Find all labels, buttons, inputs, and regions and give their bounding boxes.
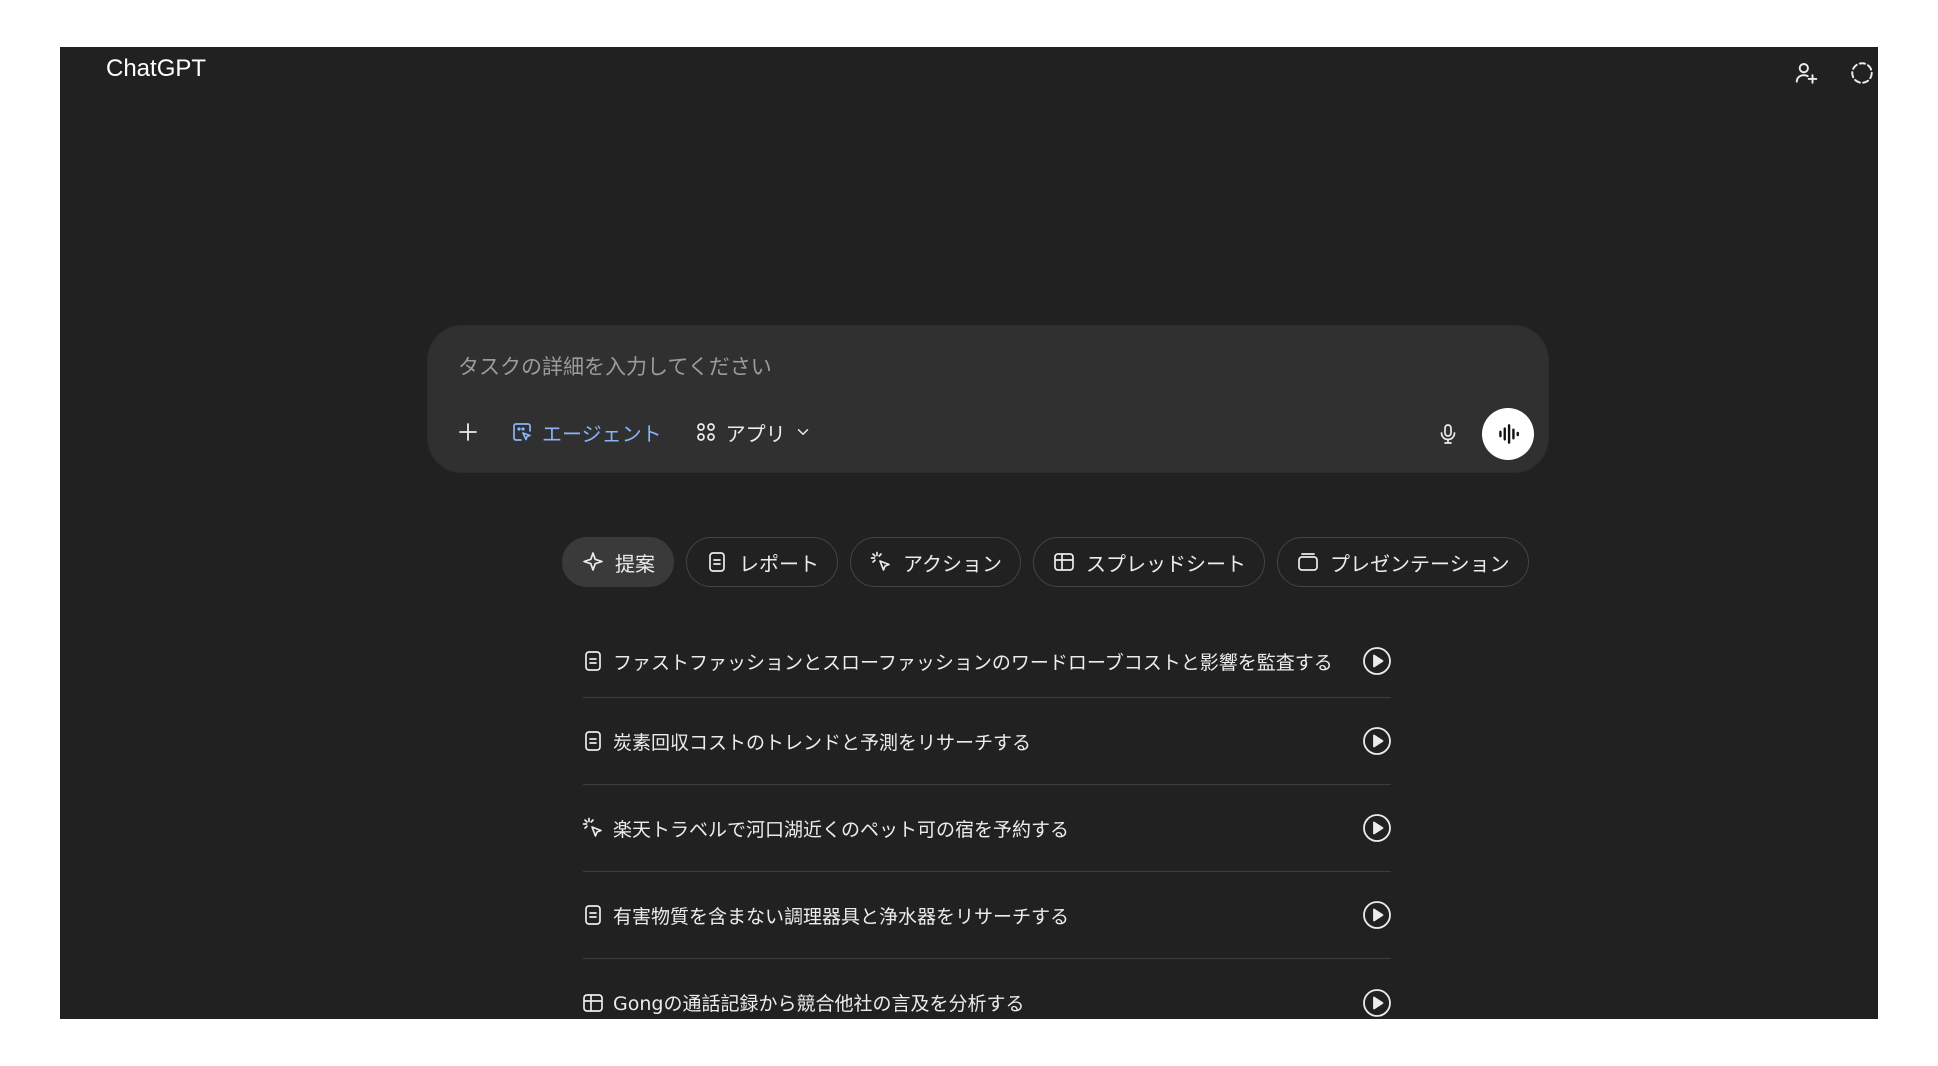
document-icon <box>585 651 601 671</box>
agent-label: エージェント <box>542 421 662 446</box>
chevron-down-icon <box>797 429 808 435</box>
chip-label: スプレッドシート <box>1086 551 1246 576</box>
composer: エージェント アプリ <box>428 326 1548 472</box>
document-icon <box>585 905 601 925</box>
chip-spreadsheet[interactable]: スプレッドシート <box>1033 537 1265 587</box>
task-input[interactable] <box>456 346 1460 388</box>
chip-label: アクション <box>903 551 1002 576</box>
apps-label: アプリ <box>725 421 786 446</box>
chip-label: 提案 <box>615 551 655 576</box>
suggestion-item[interactable]: 有害物質を含まない調理器具と浄水器をリサーチする <box>583 872 1391 959</box>
voice-mode-button[interactable] <box>1482 408 1534 460</box>
suggestion-text: ファストファッションとスローファッションのワードローブコストと影響を監査する <box>613 651 1333 674</box>
chip-label: プレゼンテーション <box>1330 551 1510 576</box>
suggestion-item[interactable]: ファストファッションとスローファッションのワードローブコストと影響を監査する <box>583 625 1391 698</box>
add-button[interactable] <box>448 412 488 452</box>
suggestion-item[interactable]: 炭素回収コストのトレンドと予測をリサーチする <box>583 698 1391 785</box>
app-window: ChatGPT タスクの詳細を入力してください エージェント アプリ 提案 レポ… <box>60 47 1878 1019</box>
play-icon[interactable] <box>1361 987 1393 1019</box>
category-chips: 提案 レポート アクション スプレッドシート プレゼンテーション <box>562 537 1541 587</box>
sparkle-icon <box>583 552 603 571</box>
dashed-circle-icon[interactable] <box>1844 55 1878 91</box>
chip-report[interactable]: レポート <box>686 537 838 587</box>
suggestion-text: 炭素回収コストのトレンドと予測をリサーチする <box>613 731 1032 754</box>
click-icon <box>870 551 890 571</box>
mic-button[interactable] <box>1428 414 1468 454</box>
slides-icon <box>1298 553 1318 571</box>
microphone-icon <box>1440 424 1456 444</box>
table-icon <box>1054 553 1074 571</box>
suggestion-text: 楽天トラベルで河口湖近くのペット可の宿を予約する <box>613 818 1070 841</box>
chip-label: レポート <box>739 551 819 576</box>
agent-button[interactable]: エージェント <box>502 412 670 452</box>
play-icon[interactable] <box>1361 812 1393 844</box>
apps-button[interactable]: アプリ <box>686 412 820 452</box>
suggestion-list: ファストファッションとスローファッションのワードローブコストと影響を監査する 炭… <box>582 625 1393 1019</box>
add-person-icon[interactable] <box>1788 55 1824 91</box>
suggestion-text: Gongの通話記録から競合他社の言及を分析する <box>613 993 1025 1015</box>
apps-grid-icon <box>696 423 715 441</box>
voice-wave-icon <box>1499 424 1519 444</box>
suggestion-item[interactable]: 楽天トラベルで河口湖近くのペット可の宿を予約する <box>582 785 1393 872</box>
app-title: ChatGPT <box>106 55 207 82</box>
chip-suggestions[interactable]: 提案 <box>562 537 674 587</box>
click-icon <box>582 817 602 837</box>
suggestion-item[interactable]: Gongの通話記録から競合他社の言及を分析する <box>583 959 1391 1019</box>
composer-tools: エージェント アプリ <box>448 408 820 456</box>
document-icon <box>709 552 725 572</box>
plus-icon <box>459 423 477 441</box>
table-icon <box>583 993 603 1012</box>
chip-action[interactable]: アクション <box>850 537 1021 587</box>
document-icon <box>585 731 601 751</box>
chip-presentation[interactable]: プレゼンテーション <box>1277 537 1529 587</box>
play-icon[interactable] <box>1361 899 1393 931</box>
suggestion-text: 有害物質を含まない調理器具と浄水器をリサーチする <box>613 905 1070 928</box>
play-icon[interactable] <box>1361 645 1393 677</box>
agent-icon <box>513 423 531 441</box>
play-icon[interactable] <box>1361 725 1393 757</box>
